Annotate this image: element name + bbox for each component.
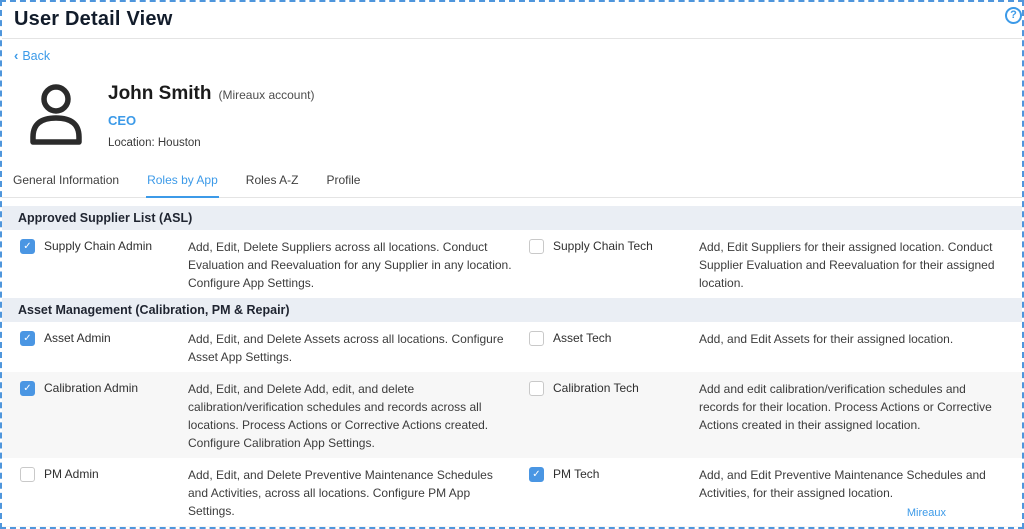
user-avatar-icon [22,81,90,149]
back-chevron-icon: ‹ [14,48,18,63]
back-link[interactable]: ‹ Back [14,48,50,63]
profile-card: John Smith (Mireaux account) CEO Locatio… [22,81,1022,149]
role-name-cell: ✓ Asset Admin [20,330,188,366]
profile-text: John Smith (Mireaux account) CEO Locatio… [108,81,315,149]
role-description: Add, Edit Suppliers for their assigned l… [699,238,1012,292]
role-name-cell: Supply Chain Tech [529,238,699,292]
tab-general-information[interactable]: General Information [12,165,120,198]
role-checkbox-supply-chain-admin[interactable]: ✓ [20,239,35,254]
role-checkbox-asset-admin[interactable]: ✓ [20,331,35,346]
role-name-cell: Asset Tech [529,330,699,366]
role-description: Add, and Edit Assets for their assigned … [699,330,1012,366]
role-label: Calibration Admin [44,380,138,395]
role-label: PM Tech [553,466,599,481]
role-label: Supply Chain Tech [553,238,653,253]
role-label: PM Admin [44,466,99,481]
section-header-approved-supplier-list-asl: Approved Supplier List (ASL) [2,206,1022,230]
role-checkbox-asset-tech[interactable] [529,331,544,346]
role-label: Asset Admin [44,330,111,345]
role-description: Add, Edit, Delete Suppliers across all l… [188,238,529,292]
header-divider [2,38,1022,39]
role-name-cell: Calibration Tech [529,380,699,452]
role-description: Add, Edit, and Delete Preventive Mainten… [188,466,529,520]
account-note: (Mireaux account) [218,88,314,102]
help-icon[interactable]: ? [1005,7,1022,24]
roles-sections: Approved Supplier List (ASL) ✓ Supply Chai… [2,206,1022,529]
role-checkbox-supply-chain-tech[interactable] [529,239,544,254]
role-row: ✓ Asset Admin Add, Edit, and Delete Assets… [2,322,1022,372]
tab-roles-a-z[interactable]: Roles A-Z [245,165,300,198]
page-title: User Detail View [14,8,172,31]
back-label: Back [22,49,50,63]
user-location: Location: Houston [108,137,315,149]
role-description: Add and edit calibration/verification sc… [699,380,1012,452]
role-description: Add, Edit, and Delete Add, edit, and del… [188,380,529,452]
role-name-cell: ✓ Calibration Admin [20,380,188,452]
role-description: Add, and Edit Preventive Maintenance Sch… [699,466,1012,520]
tab-profile[interactable]: Profile [325,165,361,198]
role-label: Calibration Tech [553,380,639,395]
role-label: Asset Tech [553,330,611,345]
role-checkbox-pm-tech[interactable]: ✓ [529,467,544,482]
role-checkbox-calibration-admin[interactable]: ✓ [20,381,35,396]
user-name: John Smith [108,83,211,105]
section-header-asset-management-calibration-pm-repair: Asset Management (Calibration, PM & Repa… [2,298,1022,322]
tab-bar: General Information Roles by App Roles A-Z… [2,165,1022,198]
role-row: PM Admin Add, Edit, and Delete Preventive… [2,458,1022,526]
role-name-cell: ✓ Supply Chain Admin [20,238,188,292]
user-detail-view-page: User Detail View ? ‹ Back John Smith (Mi… [0,0,1024,529]
role-row: ✓ Supply Chain Admin Add, Edit, Delete Sup… [2,230,1022,298]
mireaux-link[interactable]: Mireaux [907,507,946,519]
role-name-cell: PM Admin [20,466,188,520]
role-name-cell: ✓ PM Tech [529,466,699,520]
role-label: Supply Chain Admin [44,238,152,253]
role-checkbox-pm-admin[interactable] [20,467,35,482]
title-bar: User Detail View ? [2,2,1022,38]
role-checkbox-calibration-tech[interactable] [529,381,544,396]
tab-roles-by-app[interactable]: Roles by App [146,165,219,198]
user-role: CEO [108,113,315,128]
role-row: ✓ Calibration Admin Add, Edit, and Delete … [2,372,1022,458]
role-description: Add, Edit, and Delete Assets across all … [188,330,529,366]
